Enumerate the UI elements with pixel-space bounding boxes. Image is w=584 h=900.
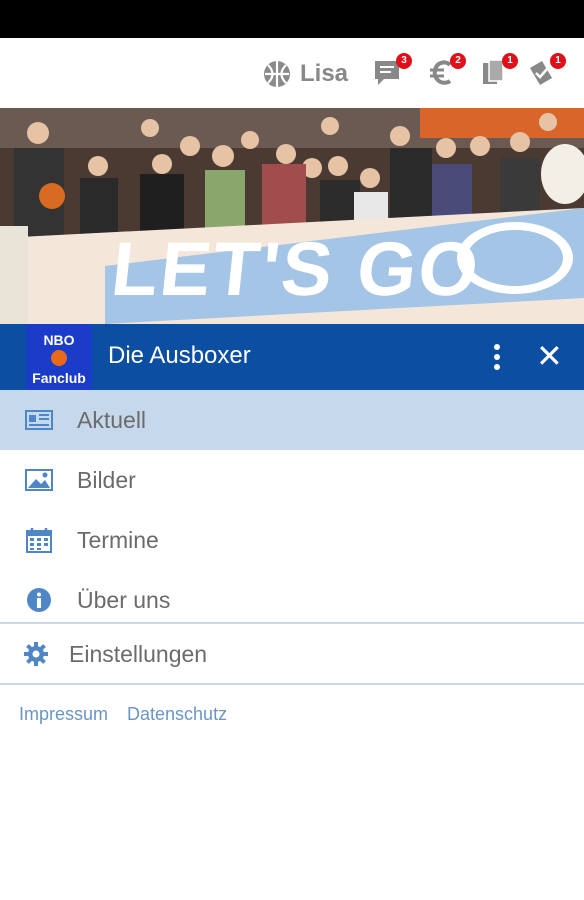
tasks-badge: 1 xyxy=(550,53,566,69)
messages-badge: 3 xyxy=(396,53,412,69)
nav-item-einstellungen[interactable]: Einstellungen xyxy=(0,624,584,684)
logo-bottom-text: Fanclub xyxy=(32,370,86,386)
banner-text: LET'S GO xyxy=(107,227,485,312)
calendar-icon xyxy=(26,528,52,553)
user-menu[interactable]: Lisa xyxy=(262,58,348,90)
footer-links: Impressum Datenschutz xyxy=(19,704,227,725)
newspaper-icon xyxy=(25,410,53,430)
documents-button[interactable]: 1 xyxy=(478,53,518,90)
payments-button[interactable]: 2 xyxy=(426,53,466,90)
club-title: Die Ausboxer xyxy=(108,342,251,369)
divider xyxy=(0,683,584,685)
club-logo: NBO Fanclub xyxy=(26,324,92,390)
documents-badge: 1 xyxy=(502,53,518,69)
datenschutz-link[interactable]: Datenschutz xyxy=(127,704,227,725)
logo-top-text: NBO xyxy=(43,332,75,348)
nav-label-ueber-uns: Über uns xyxy=(77,587,171,613)
nav-item-bilder[interactable]: Bilder xyxy=(0,450,584,510)
nav-label-aktuell: Aktuell xyxy=(77,407,147,433)
status-bar xyxy=(0,0,584,38)
nav-label-bilder: Bilder xyxy=(77,467,136,493)
info-icon xyxy=(27,588,51,612)
nav-item-ueber-uns[interactable]: Über uns xyxy=(0,570,584,630)
nav-item-termine[interactable]: Termine xyxy=(0,510,584,570)
header-photo: LET'S GO xyxy=(0,108,584,324)
messages-button[interactable]: 3 xyxy=(372,53,412,90)
more-vert-icon xyxy=(494,344,500,370)
tasks-button[interactable]: 1 xyxy=(526,53,566,90)
image-icon xyxy=(25,469,53,491)
gear-icon xyxy=(24,642,48,666)
user-name: Lisa xyxy=(300,60,349,87)
close-icon: ✕ xyxy=(536,338,563,374)
app-bar: NBO Fanclub Die Ausboxer ✕ xyxy=(0,324,584,390)
basketball-icon xyxy=(264,61,290,87)
impressum-link[interactable]: Impressum xyxy=(19,704,108,725)
close-button[interactable]: ✕ xyxy=(536,338,563,374)
nav-label-termine: Termine xyxy=(77,527,159,553)
payments-badge: 2 xyxy=(450,53,466,69)
nav-label-einstellungen: Einstellungen xyxy=(69,641,208,667)
basketball-logo-icon xyxy=(51,350,67,366)
overflow-menu-button[interactable] xyxy=(488,340,506,374)
top-bar: Lisa 3 2 1 1 xyxy=(0,38,584,108)
nav-item-aktuell[interactable]: Aktuell xyxy=(0,390,584,450)
